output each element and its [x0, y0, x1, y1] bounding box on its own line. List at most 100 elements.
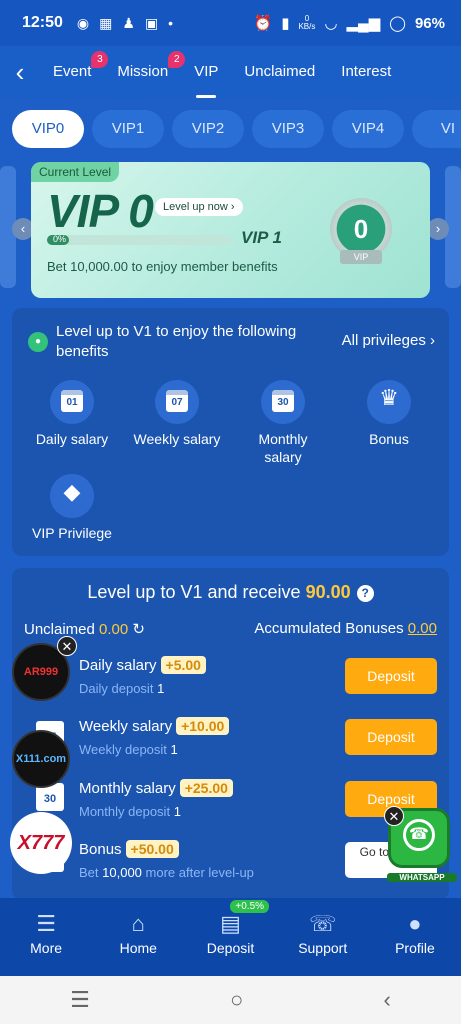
deposit-bonus-tag: +0.5%: [230, 900, 270, 913]
benefit-monthly-salary[interactable]: 30 Monthly salary: [233, 380, 333, 466]
calendar-30-icon: 30: [272, 390, 294, 412]
benefits-heading: ● Level up to V1 to enjoy the following …: [28, 322, 318, 362]
vip-pill-1[interactable]: VIP1: [92, 110, 164, 148]
vip-pill-2[interactable]: VIP2: [172, 110, 244, 148]
bet-requirement: Bet 10,000.00 to enjoy member benefits: [47, 259, 278, 274]
reward-requirement: Daily deposit 1: [79, 681, 165, 696]
status-bar: 12:50 ◉ ▦ ♟ ▣ • ⏰ ▮ 0 KB/s ◡ ▂▄▆ ◯ 96%: [0, 0, 461, 46]
trophy-icon: ♛: [379, 385, 399, 410]
x111-floating-ad[interactable]: X111.com: [12, 730, 70, 788]
whatsapp-icon: ☎: [403, 819, 435, 851]
home-button-icon[interactable]: ○: [230, 987, 243, 1013]
all-privileges-link[interactable]: All privileges ›: [342, 332, 435, 349]
current-vip-level: VIP 0: [47, 185, 154, 237]
current-level-tag: Current Level: [31, 162, 120, 182]
headset-icon: ☏: [308, 911, 337, 936]
level-up-rewards-panel: Level up to V1 and receive 90.00? Unclai…: [12, 568, 449, 900]
close-icon[interactable]: ✕: [57, 636, 77, 656]
vibrate-icon: ▮: [281, 15, 290, 32]
status-time: 12:50: [22, 14, 63, 31]
reward-name: Bonus +50.00: [79, 840, 179, 858]
nav-support[interactable]: ☏ Support: [277, 898, 369, 976]
diamond-icon: ◆: [63, 479, 81, 504]
nav-label: Profile: [395, 940, 435, 956]
rewards-title: Level up to V1 and receive 90.00?: [12, 582, 449, 603]
tab-mission[interactable]: Mission 2: [104, 46, 186, 98]
benefit-label: VIP Privilege: [32, 525, 112, 541]
deposit-button[interactable]: Deposit: [345, 658, 437, 694]
nav-deposit[interactable]: +0.5% ▤ Deposit: [184, 898, 276, 976]
level-up-now-button[interactable]: Level up now ›: [155, 198, 243, 216]
menu-icon: ☰: [36, 911, 56, 936]
system-nav-bar: ☰ ○ ‹: [0, 976, 461, 1024]
benefit-daily-salary[interactable]: 01 Daily salary: [22, 380, 122, 448]
benefit-bonus[interactable]: ♛ Bonus: [339, 380, 439, 448]
nav-home[interactable]: ⌂ Home: [92, 898, 184, 976]
tab-vip[interactable]: VIP: [181, 46, 231, 98]
nav-profile[interactable]: ● Profile: [369, 898, 461, 976]
accumulated-bonuses: Accumulated Bonuses 0.00: [254, 620, 437, 637]
next-vip-level: VIP 1: [241, 228, 282, 247]
app-icon: ▦: [99, 14, 113, 31]
alarm-icon: ⏰: [253, 15, 273, 32]
nav-label: Home: [119, 940, 157, 956]
benefit-label: Daily salary: [35, 431, 109, 447]
nav-more[interactable]: ☰ More: [0, 898, 92, 976]
vip-pill-3[interactable]: VIP3: [252, 110, 324, 148]
vip-medal-tag: VIP: [340, 250, 382, 264]
benefit-label: Weekly salary: [133, 431, 221, 447]
nav-label: Deposit: [206, 940, 255, 956]
home-icon: ⌂: [131, 911, 145, 936]
current-level-card: Current Level VIP 0 Level up now › 0% VI…: [31, 162, 430, 298]
vip-pill-0[interactable]: VIP0: [12, 110, 84, 148]
benefit-label: Bonus: [369, 431, 409, 447]
top-nav: ‹ Event 3 Mission 2 VIP Unclaimed Interest: [0, 46, 461, 98]
calendar-07-icon: 07: [166, 390, 188, 412]
tab-interest[interactable]: Interest: [328, 46, 404, 98]
vip-pill-4[interactable]: VIP4: [332, 110, 404, 148]
benefit-weekly-salary[interactable]: 07 Weekly salary: [127, 380, 227, 448]
profile-icon: ●: [408, 911, 422, 936]
person-icon: ♟: [122, 14, 135, 31]
reward-name: Weekly salary +10.00: [79, 717, 230, 735]
recent-apps-icon[interactable]: ☰: [70, 987, 90, 1013]
reward-requirement: Monthly deposit 1: [79, 804, 181, 819]
instagram-icon: ▣: [144, 14, 159, 31]
level-badge-icon: ●: [28, 332, 48, 352]
bottom-nav: ☰ More ⌂ Home +0.5% ▤ Deposit ☏ Support …: [0, 898, 461, 976]
unclaimed-summary: Unclaimed 0.00 ↻: [24, 621, 145, 638]
reward-requirement: Weekly deposit 1: [79, 742, 178, 757]
vip-pill-5[interactable]: VI: [412, 110, 461, 148]
wallet-icon: ▤: [220, 911, 241, 936]
x777-floating-ad[interactable]: X777: [10, 812, 72, 874]
battery-level: 96%: [414, 14, 445, 32]
reward-row-daily: 01 Daily salary+5.00 Daily deposit 1 Dep…: [24, 654, 437, 710]
reward-row-weekly: 07 Weekly salary+10.00 Weekly deposit 1 …: [24, 715, 437, 771]
dot-icon: •: [168, 15, 174, 31]
benefit-label: Monthly salary: [258, 431, 308, 465]
calendar-01-icon: 01: [61, 390, 83, 412]
network-speed: 0 KB/s: [298, 14, 316, 31]
help-icon[interactable]: ?: [356, 585, 374, 602]
system-back-icon[interactable]: ‹: [384, 987, 391, 1013]
tab-unclaimed[interactable]: Unclaimed: [231, 46, 328, 98]
refresh-icon[interactable]: ↻: [132, 621, 145, 638]
wifi-icon: ◡: [324, 15, 338, 32]
back-arrow-icon[interactable]: ‹: [0, 59, 40, 85]
deposit-button[interactable]: Deposit: [345, 719, 437, 755]
benefit-vip-privilege[interactable]: ◆ VIP Privilege: [22, 474, 122, 542]
reward-requirement: Bet 10,000 more after level-up: [79, 865, 254, 880]
signal-icon: ▂▄▆: [346, 15, 381, 32]
nav-label: Support: [298, 940, 348, 956]
close-icon[interactable]: ✕: [384, 806, 404, 826]
chrome-icon: ◉: [76, 14, 90, 31]
reward-row-monthly: 30 Monthly salary +25.00 Monthly deposit …: [24, 777, 437, 833]
tab-event[interactable]: Event 3: [40, 46, 109, 98]
reward-name: Monthly salary +25.00: [79, 779, 233, 797]
vip-level-selector: VIP0 VIP1 VIP2 VIP3 VIP4 VI: [0, 110, 461, 150]
level-progress-bar: 0%: [47, 234, 231, 245]
benefits-panel: ● Level up to V1 to enjoy the following …: [12, 308, 449, 556]
carousel-next-icon[interactable]: ›: [427, 218, 449, 240]
reward-name: Daily salary +5.00: [79, 656, 206, 674]
level-progress-text: 0%: [53, 234, 67, 244]
